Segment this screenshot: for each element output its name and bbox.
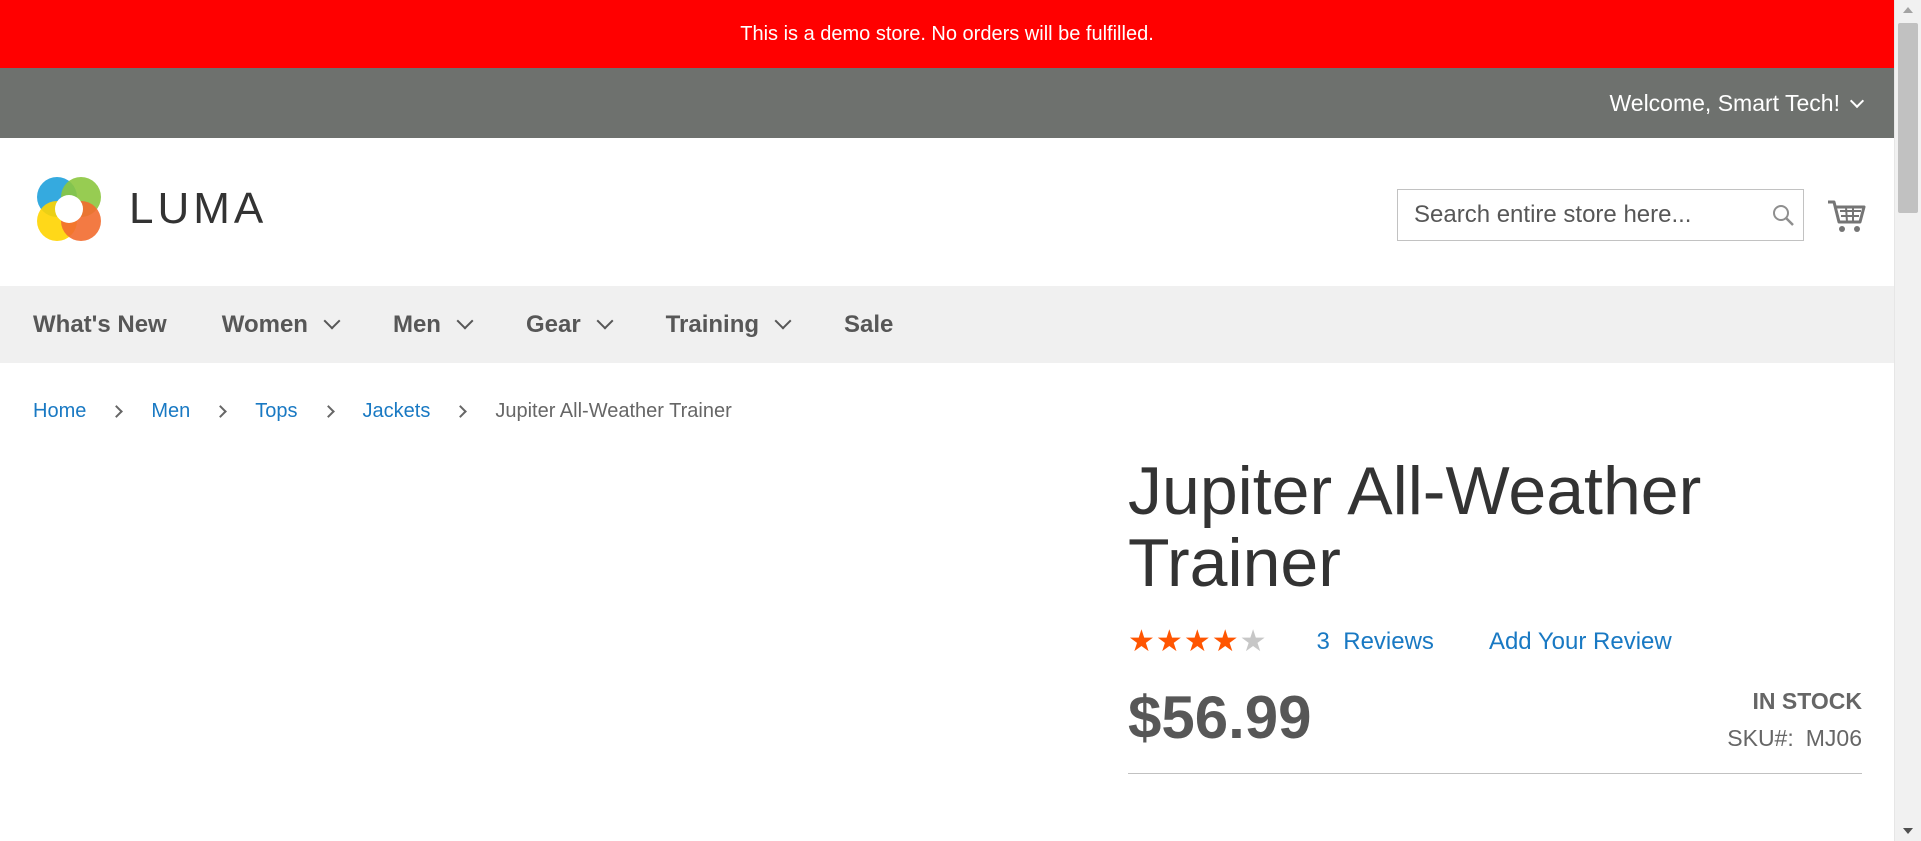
nav-item-label: Sale: [844, 310, 894, 338]
nav-item-training[interactable]: Training: [665, 310, 792, 339]
star-icon: ★: [1211, 625, 1239, 658]
chevron-down-icon: [1849, 93, 1865, 108]
welcome-text: Welcome, Smart Tech!: [1609, 89, 1840, 116]
header: LUMA: [0, 138, 1894, 286]
reviews-label: Reviews: [1343, 628, 1434, 655]
star-icon: ★: [1183, 625, 1211, 658]
divider: [1128, 773, 1862, 774]
demo-notice-text: This is a demo store. No orders will be …: [740, 22, 1154, 45]
title-line-1: Jupiter All-Weather: [1128, 453, 1702, 529]
sku-label: SKU#:: [1727, 725, 1794, 751]
breadcrumb-current: Jupiter All-Weather Trainer: [495, 400, 732, 422]
search-input[interactable]: [1398, 190, 1763, 240]
star-icon: ★: [1128, 625, 1155, 658]
review-count: 3: [1316, 628, 1330, 655]
scrollbar-thumb[interactable]: [1898, 23, 1918, 213]
star-icon: ★: [1155, 625, 1183, 658]
add-review-link[interactable]: Add Your Review: [1489, 628, 1672, 656]
chevron-down-icon: [596, 312, 614, 330]
breadcrumb-link[interactable]: Tops: [255, 400, 297, 423]
breadcrumb-link[interactable]: Men: [151, 400, 190, 423]
sku-value: MJ06: [1805, 725, 1862, 751]
main-nav: What's New Women Men Gear Training Sale: [0, 286, 1894, 363]
welcome-menu[interactable]: Welcome, Smart Tech!: [1609, 89, 1865, 117]
scrollbar[interactable]: [1894, 0, 1921, 841]
chevron-down-icon: [774, 312, 792, 330]
nav-item-gear[interactable]: Gear: [525, 310, 614, 339]
page-title: Jupiter All-Weather Trainer: [1128, 455, 1862, 599]
page: This is a demo store. No orders will be …: [0, 0, 1921, 841]
search-box: [1397, 189, 1804, 241]
product-info: Jupiter All-Weather Trainer ★ ★ ★ ★ ★ 3 Revi…: [1128, 455, 1862, 774]
chevron-right-icon: [454, 405, 468, 418]
search-button[interactable]: [1763, 190, 1803, 240]
scroll-up-icon[interactable]: [1903, 7, 1913, 13]
nav-item-label: What's New: [33, 310, 167, 338]
sku: SKU#: MJ06: [1727, 725, 1862, 752]
rating-stars: ★ ★ ★ ★ ★: [1128, 627, 1267, 657]
cart-icon: [1828, 200, 1866, 232]
minicart-button[interactable]: [1826, 198, 1866, 234]
title-line-2: Trainer: [1128, 525, 1341, 601]
chevron-right-icon: [321, 405, 335, 418]
nav-item-label: Training: [665, 310, 760, 338]
nav-item-label: Gear: [525, 310, 581, 338]
nav-item-label: Women: [221, 310, 308, 338]
chevron-down-icon: [456, 312, 474, 330]
nav-item-women[interactable]: Women: [221, 310, 341, 339]
demo-notice: This is a demo store. No orders will be …: [0, 0, 1894, 68]
breadcrumb-link[interactable]: Home: [33, 400, 86, 423]
breadcrumb-link[interactable]: Jackets: [363, 400, 431, 423]
nav-item-what-s-new[interactable]: What's New: [33, 311, 167, 339]
logo[interactable]: LUMA: [33, 173, 267, 245]
product-price: $56.99: [1128, 684, 1312, 751]
breadcrumb: Home Men Tops Jackets Jupiter All-Weather Tr…: [33, 400, 732, 423]
luma-logo-icon: [37, 177, 101, 241]
reviews-link[interactable]: 3 Reviews: [1317, 628, 1434, 656]
stock-info: In stock SKU#: MJ06: [1727, 688, 1862, 752]
reviews-summary: ★ ★ ★ ★ ★ 3 Reviews Add Your Review: [1128, 627, 1672, 657]
stock-status: In stock: [1752, 688, 1862, 714]
logo-text: LUMA: [129, 184, 268, 233]
content: This is a demo store. No orders will be …: [0, 0, 1894, 841]
star-icon: ★: [1239, 625, 1267, 658]
chevron-down-icon: [323, 312, 341, 330]
search-icon: [1773, 205, 1794, 226]
chevron-right-icon: [110, 405, 124, 418]
scroll-down-icon[interactable]: [1903, 828, 1913, 834]
nav-item-label: Men: [392, 310, 441, 338]
top-panel: Welcome, Smart Tech!: [0, 68, 1894, 138]
chevron-right-icon: [214, 405, 228, 418]
nav-item-sale[interactable]: Sale: [844, 311, 893, 339]
nav-item-men[interactable]: Men: [392, 310, 474, 339]
